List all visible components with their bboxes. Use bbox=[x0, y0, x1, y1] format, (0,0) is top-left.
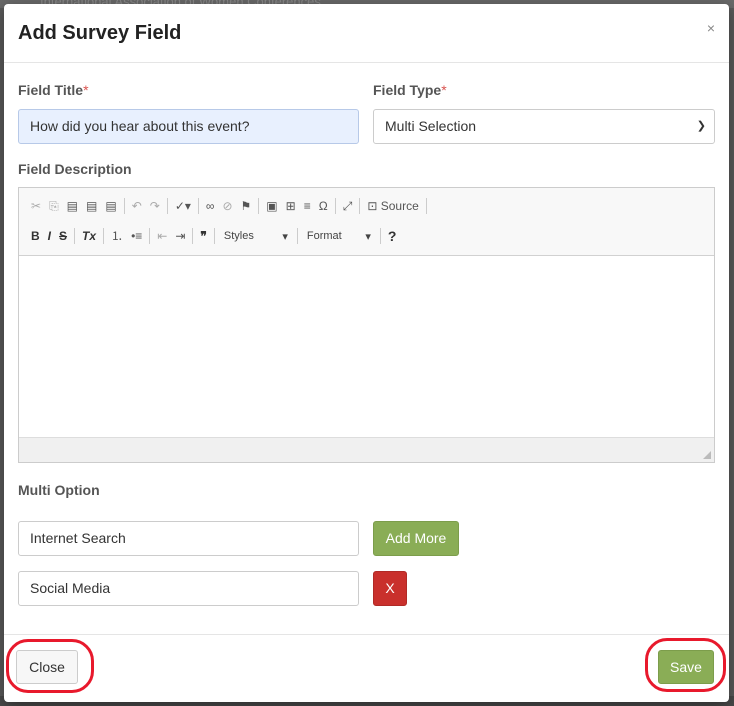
close-button[interactable]: Close bbox=[16, 650, 78, 684]
paste-icon[interactable]: ▤ bbox=[63, 195, 82, 217]
field-title-label-text: Field Title bbox=[18, 82, 84, 98]
bulleted-list-icon[interactable]: •≡ bbox=[127, 225, 146, 247]
toolbar-separator bbox=[379, 228, 381, 244]
blockquote-icon[interactable]: ❞ bbox=[196, 225, 210, 247]
option-value: Internet Search bbox=[30, 530, 126, 546]
anchor-flag-icon[interactable]: ⚑ bbox=[237, 195, 256, 217]
numbered-list-icon[interactable]: ⒈ bbox=[107, 225, 127, 247]
paste-text-icon[interactable]: ▤ bbox=[82, 195, 101, 217]
field-type-label-text: Field Type bbox=[373, 82, 442, 98]
source-button[interactable]: ⊡ Source bbox=[363, 195, 422, 217]
unlink-icon[interactable]: ⊘ bbox=[218, 195, 236, 217]
modal-footer-divider bbox=[4, 634, 729, 635]
horizontal-line-icon[interactable]: ≡ bbox=[300, 195, 315, 217]
toolbar-separator bbox=[258, 198, 260, 214]
remove-format-icon[interactable]: Tx bbox=[78, 225, 100, 247]
add-more-button[interactable]: Add More bbox=[373, 521, 459, 556]
add-survey-field-modal: Add Survey Field × Field Title* How did … bbox=[4, 4, 729, 702]
strikethrough-icon[interactable]: S bbox=[55, 225, 71, 247]
editor-status-bar bbox=[19, 437, 714, 462]
toolbar-separator bbox=[197, 198, 199, 214]
toolbar-separator bbox=[74, 228, 76, 244]
spellcheck-icon[interactable]: ✓▾ bbox=[171, 195, 195, 217]
toolbar-separator bbox=[123, 198, 125, 214]
toolbar-separator bbox=[149, 228, 151, 244]
source-icon: ⊡ bbox=[367, 199, 378, 213]
special-char-icon[interactable]: Ω bbox=[315, 195, 332, 217]
link-icon[interactable]: ∞ bbox=[202, 195, 219, 217]
toolbar-separator bbox=[166, 198, 168, 214]
close-icon[interactable]: × bbox=[707, 20, 715, 36]
copy-icon[interactable]: ⎘ bbox=[45, 195, 63, 217]
cut-icon[interactable]: ✂ bbox=[27, 195, 45, 217]
source-label: Source bbox=[380, 199, 419, 213]
field-type-value: Multi Selection bbox=[385, 118, 477, 134]
field-title-input[interactable]: How did you hear about this event? bbox=[18, 109, 359, 144]
chevron-down-icon: ▾ bbox=[365, 230, 371, 243]
toolbar-separator bbox=[425, 198, 427, 214]
format-label: Format bbox=[306, 229, 342, 242]
remove-option-button[interactable]: X bbox=[373, 571, 407, 606]
toolbar-separator bbox=[296, 228, 298, 244]
toolbar-row-2: B I S Tx ⒈ •≡ ⇤ ⇥ ❞ Styles ▾ Format ▾ ? bbox=[27, 225, 400, 247]
redo-icon[interactable]: ↷ bbox=[146, 195, 164, 217]
format-dropdown[interactable]: Format ▾ bbox=[301, 230, 377, 243]
toolbar-separator bbox=[359, 198, 361, 214]
toolbar-separator bbox=[103, 228, 105, 244]
multi-option-label: Multi Option bbox=[18, 482, 100, 498]
required-marker: * bbox=[441, 82, 447, 98]
option-input-1[interactable]: Internet Search bbox=[18, 521, 359, 556]
modal-header: Add Survey Field × bbox=[4, 4, 729, 63]
field-type-select[interactable]: Multi Selection ❯ bbox=[373, 109, 715, 144]
chevron-down-icon: ❯ bbox=[696, 120, 706, 132]
toolbar-separator bbox=[192, 228, 194, 244]
editor-content-area[interactable] bbox=[19, 256, 714, 437]
field-description-label: Field Description bbox=[18, 161, 132, 177]
undo-icon[interactable]: ↶ bbox=[128, 195, 146, 217]
option-value: Social Media bbox=[30, 580, 111, 596]
styles-dropdown[interactable]: Styles ▾ bbox=[218, 230, 294, 243]
option-input-2[interactable]: Social Media bbox=[18, 571, 359, 606]
toolbar-row-1: ✂ ⎘ ▤ ▤ ▤ ↶ ↷ ✓▾ ∞ ⊘ ⚑ ▣ ⊞ ≡ Ω ⤢ ⊡ Sourc… bbox=[27, 195, 430, 217]
styles-label: Styles bbox=[223, 229, 254, 242]
resize-grip-icon[interactable] bbox=[703, 451, 711, 459]
editor-toolbar: ✂ ⎘ ▤ ▤ ▤ ↶ ↷ ✓▾ ∞ ⊘ ⚑ ▣ ⊞ ≡ Ω ⤢ ⊡ Sourc… bbox=[19, 188, 714, 256]
field-title-value: How did you hear about this event? bbox=[30, 118, 250, 134]
outdent-icon[interactable]: ⇤ bbox=[153, 225, 171, 247]
bold-icon[interactable]: B bbox=[27, 225, 44, 247]
image-icon[interactable]: ▣ bbox=[262, 195, 281, 217]
required-marker: * bbox=[83, 82, 89, 98]
toolbar-separator bbox=[334, 198, 336, 214]
save-button[interactable]: Save bbox=[658, 650, 714, 684]
italic-icon[interactable]: I bbox=[44, 225, 55, 247]
help-icon[interactable]: ? bbox=[384, 225, 401, 247]
toolbar-separator bbox=[213, 228, 215, 244]
chevron-down-icon: ▾ bbox=[282, 230, 288, 243]
paste-word-icon[interactable]: ▤ bbox=[101, 195, 120, 217]
field-type-label: Field Type* bbox=[373, 82, 447, 98]
table-icon[interactable]: ⊞ bbox=[282, 195, 300, 217]
rich-text-editor: ✂ ⎘ ▤ ▤ ▤ ↶ ↷ ✓▾ ∞ ⊘ ⚑ ▣ ⊞ ≡ Ω ⤢ ⊡ Sourc… bbox=[18, 187, 715, 463]
modal-title: Add Survey Field bbox=[18, 22, 182, 44]
maximize-icon[interactable]: ⤢ bbox=[339, 195, 357, 217]
indent-icon[interactable]: ⇥ bbox=[171, 225, 189, 247]
field-title-label: Field Title* bbox=[18, 82, 89, 98]
